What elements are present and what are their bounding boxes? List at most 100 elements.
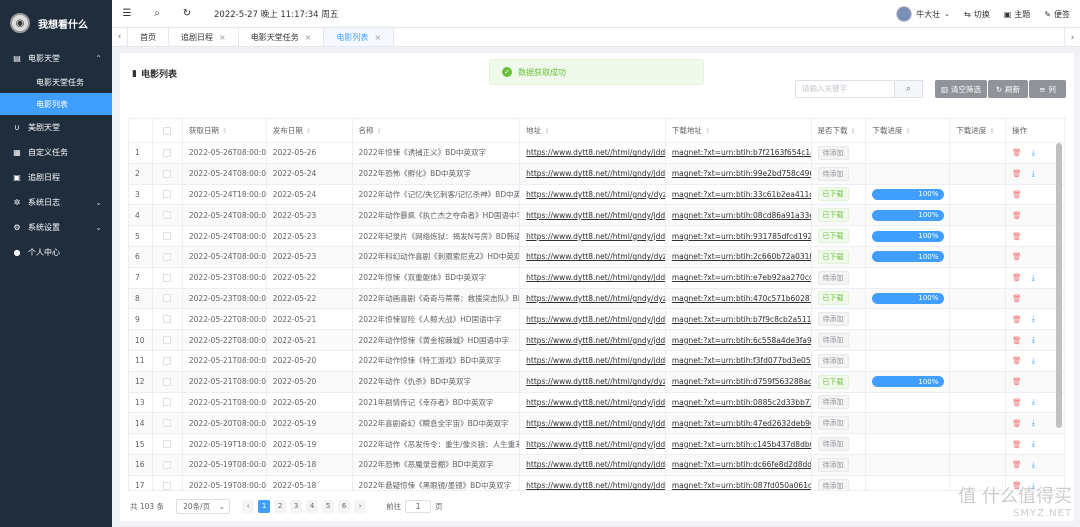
row-checkbox[interactable]: [153, 454, 183, 475]
chevron-left-icon[interactable]: ‹: [112, 28, 128, 46]
table-row[interactable]: 2 2022-05-24T08:00:05 2022-05-24 2022年恐怖…: [129, 163, 1064, 185]
page-url-link[interactable]: https://www.dytt8.net//html/gndy/dyzz...: [526, 294, 665, 303]
row-checkbox[interactable]: [153, 330, 183, 350]
status-badge[interactable]: 待添加: [817, 437, 849, 452]
tab-3[interactable]: 电影列表 ×: [324, 28, 395, 46]
row-checkbox[interactable]: [153, 392, 183, 413]
header-downloaded[interactable]: 是否下载 ⇕: [812, 119, 867, 142]
trash-icon[interactable]: 🗑: [1012, 232, 1022, 241]
download-icon[interactable]: ⤓: [1032, 169, 1035, 179]
download-icon[interactable]: ⤓: [1032, 460, 1035, 470]
page-url-link[interactable]: https://www.dytt8.net//html/gndy/jddy...: [526, 481, 665, 490]
table-row[interactable]: 7 2022-05-23T08:00:05 2022-05-22 2022年惊悚…: [129, 267, 1064, 289]
trash-icon[interactable]: 🗑: [1012, 169, 1022, 178]
row-checkbox[interactable]: [153, 288, 183, 309]
row-checkbox[interactable]: [153, 184, 183, 205]
magnet-link[interactable]: magnet:?xt=urn:btih:6c558a4de3fa9c9d...: [672, 336, 811, 345]
row-checkbox[interactable]: [153, 350, 183, 371]
table-row[interactable]: 8 2022-05-23T08:00:01 2022-05-22 2022年动画…: [129, 288, 1064, 310]
row-checkbox[interactable]: [153, 143, 183, 163]
magnet-link[interactable]: magnet:?xt=urn:btih:0885c2d33bb7399...: [672, 398, 811, 407]
page-url-link[interactable]: https://www.dytt8.net//html/gndy/jddy...: [526, 419, 665, 428]
table-row[interactable]: 5 2022-05-24T08:00:05 2022-05-23 2022年纪录…: [129, 226, 1064, 247]
goto-page-input[interactable]: 1: [405, 499, 432, 513]
theme-button[interactable]: ▣ 主题: [1004, 9, 1031, 20]
trash-icon[interactable]: 🗑: [1012, 294, 1022, 303]
sidebar-item-1[interactable]: ∪ 美剧天堂: [0, 115, 112, 140]
page-button[interactable]: 6: [338, 499, 351, 513]
magnet-link[interactable]: magnet:?xt=urn:btih:e7eb92aa270cd30...: [672, 273, 811, 282]
header-download-url[interactable]: 下载地址 ⇕: [666, 119, 812, 142]
trash-icon[interactable]: 🗑: [1012, 211, 1022, 220]
status-badge[interactable]: 待添加: [817, 333, 849, 348]
magnet-link[interactable]: magnet:?xt=urn:btih:d759f563288add1...: [672, 377, 811, 386]
note-button[interactable]: ✎ 便签: [1044, 9, 1070, 20]
page-button[interactable]: 3: [290, 499, 303, 513]
download-icon[interactable]: ⤓: [1032, 273, 1035, 283]
tab-0[interactable]: 首页: [128, 28, 169, 46]
prev-page-button[interactable]: ‹: [242, 499, 255, 513]
table-row[interactable]: 10 2022-05-22T08:00:02 2022-05-21 2022年动…: [129, 330, 1064, 351]
refresh-button[interactable]: ↻ 刷新: [988, 80, 1028, 98]
page-url-link[interactable]: https://www.dytt8.net//html/gndy/jddy...: [526, 232, 665, 241]
table-row[interactable]: 14 2022-05-20T08:00:02 2022-05-19 2022年喜…: [129, 413, 1064, 435]
search-input[interactable]: 请输入关键字: [795, 80, 895, 98]
row-checkbox[interactable]: [153, 309, 183, 330]
trash-icon[interactable]: 🗑: [1012, 252, 1022, 261]
table-row[interactable]: 4 2022-05-24T08:00:08 2022-05-23 2022年动作…: [129, 205, 1064, 227]
table-row[interactable]: 11 2022-05-21T08:00:08 2022-05-20 2022年动…: [129, 350, 1064, 372]
download-icon[interactable]: ⤓: [1032, 397, 1035, 407]
magnet-link[interactable]: magnet:?xt=urn:btih:b7f9c8cb2a51117...: [672, 315, 811, 324]
magnet-link[interactable]: magnet:?xt=urn:btih:99e2bd758c49633...: [672, 169, 811, 178]
page-url-link[interactable]: https://www.dytt8.net//html/gndy/jddy...: [526, 211, 665, 220]
sidebar-item-2[interactable]: ▦ 自定义任务: [0, 140, 112, 165]
vertical-scrollbar[interactable]: [1056, 143, 1062, 428]
sidebar-subitem-0-0[interactable]: 电影天堂任务: [0, 71, 112, 93]
page-button[interactable]: 5: [322, 499, 335, 513]
table-row[interactable]: 9 2022-05-22T08:00:06 2022-05-21 2022年惊悚…: [129, 309, 1064, 331]
header-progress[interactable]: 下载进度 ⇕: [866, 119, 951, 142]
magnet-link[interactable]: magnet:?xt=urn:btih:dc66fe8d2d8dd31...: [672, 460, 811, 469]
trash-icon[interactable]: 🗑: [1012, 460, 1022, 469]
user-name[interactable]: 牛大壮: [916, 9, 940, 20]
table-row[interactable]: 1 2022-05-26T08:00:01 2022-05-26 2022年惊悚…: [129, 143, 1064, 164]
chevron-right-icon[interactable]: ›: [1064, 28, 1080, 47]
status-badge[interactable]: 待添加: [817, 166, 849, 181]
page-url-link[interactable]: https://www.dytt8.net//html/gndy/jddy...: [526, 315, 665, 324]
chevron-down-icon[interactable]: ⌄: [944, 10, 950, 18]
page-url-link[interactable]: https://www.dytt8.net//html/gndy/dyzz...: [526, 377, 665, 386]
avatar[interactable]: [896, 6, 913, 22]
table-row[interactable]: 6 2022-05-24T08:00:01 2022-05-23 2022年科幻…: [129, 246, 1064, 268]
search-icon[interactable]: ⌕: [142, 8, 172, 19]
trash-icon[interactable]: 🗑: [1012, 377, 1022, 386]
status-badge[interactable]: 待添加: [817, 457, 849, 472]
sidebar-item-5[interactable]: ⚙ 系统设置 ⌄: [0, 215, 112, 240]
trash-icon[interactable]: 🗑: [1012, 336, 1022, 345]
page-url-link[interactable]: https://www.dytt8.net//html/gndy/jddy...: [526, 336, 665, 345]
table-row[interactable]: 15 2022-05-19T18:00:09 2022-05-19 2022年动…: [129, 434, 1064, 455]
menu-toggle-icon[interactable]: ☰: [112, 8, 142, 19]
download-icon[interactable]: ⤓: [1032, 314, 1035, 324]
status-badge[interactable]: 待添加: [817, 395, 849, 410]
trash-icon[interactable]: 🗑: [1012, 356, 1022, 365]
magnet-link[interactable]: magnet:?xt=urn:btih:087fd050a061d3a...: [672, 481, 811, 490]
magnet-link[interactable]: magnet:?xt=urn:btih:33c61b2ea411d12...: [672, 190, 811, 199]
trash-icon[interactable]: 🗑: [1012, 190, 1022, 199]
page-url-link[interactable]: https://www.dytt8.net//html/gndy/jddy...: [526, 148, 665, 157]
row-checkbox[interactable]: [153, 434, 183, 454]
tab-1[interactable]: 追剧日程 ×: [169, 28, 239, 46]
trash-icon[interactable]: 🗑: [1012, 148, 1022, 157]
page-url-link[interactable]: https://www.dytt8.net//html/gndy/jddy...: [526, 273, 665, 282]
page-url-link[interactable]: https://www.dytt8.net//html/gndy/jddy...: [526, 440, 665, 449]
row-checkbox[interactable]: [153, 475, 183, 490]
magnet-link[interactable]: magnet:?xt=urn:btih:2c660b72a031b64...: [672, 252, 811, 261]
brand[interactable]: ◉ 我想看什么: [0, 0, 112, 46]
search-button[interactable]: ⌕: [895, 80, 923, 98]
header-pub-date[interactable]: 发布日期 ⇕: [267, 119, 353, 142]
table-row[interactable]: 16 2022-05-19T08:00:06 2022-05-18 2022年恐…: [129, 454, 1064, 476]
sidebar-item-3[interactable]: ▣ 追剧日程: [0, 165, 112, 190]
magnet-link[interactable]: magnet:?xt=urn:btih:470c571b60287b7...: [672, 294, 811, 303]
header-name[interactable]: 名称 ⇕: [353, 119, 521, 142]
close-icon[interactable]: ×: [374, 33, 381, 42]
page-url-link[interactable]: https://www.dytt8.net//html/gndy/jddy...: [526, 460, 665, 469]
